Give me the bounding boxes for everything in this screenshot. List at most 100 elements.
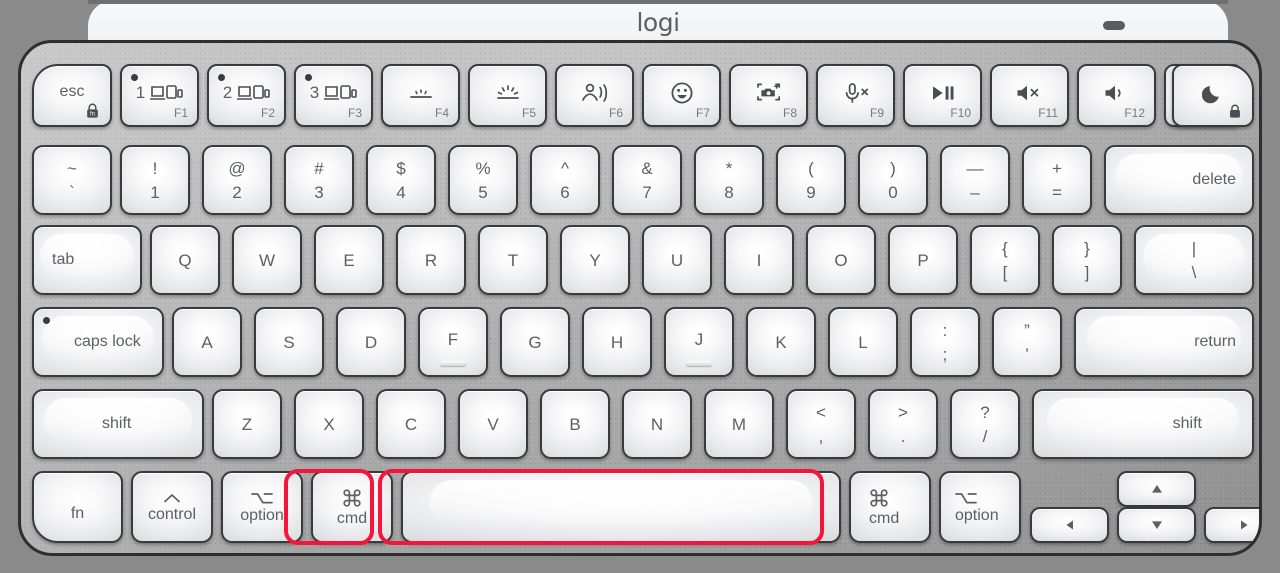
key-caps-lock[interactable]: caps lock [32,307,164,377]
y-legend: Y [589,250,601,270]
key-delete[interactable]: delete [1104,145,1254,215]
key-f7[interactable]: F7 [642,64,721,127]
key-option-left[interactable]: option [221,471,303,543]
key-bracket-left[interactable]: { [ [970,225,1040,295]
key-f3[interactable]: 3 F3 [294,64,373,127]
arrow-down-icon [1150,519,1164,531]
b-legend: B [569,414,581,434]
key-8[interactable]: * 8 [694,145,764,215]
key-x[interactable]: X [294,389,364,459]
o-legend: O [834,250,848,270]
key-1[interactable]: ! 1 [120,145,190,215]
key-u[interactable]: U [642,225,712,295]
key-j[interactable]: J [664,307,734,377]
d-legend: D [364,332,378,352]
e-legend: E [343,250,355,270]
key-h[interactable]: H [582,307,652,377]
key-r[interactable]: R [396,225,466,295]
key-minus[interactable]: — – [940,145,1010,215]
key-esc[interactable]: esc fn [32,64,112,127]
key-2[interactable]: @ 2 [202,145,272,215]
f3-tag: F3 [347,106,362,120]
key-3[interactable]: # 3 [284,145,354,215]
key-cmd-right[interactable]: cmd [849,471,931,543]
u-legend: U [670,250,684,270]
key-cmd-left[interactable]: cmd [311,471,393,543]
key-period[interactable]: > . [868,389,938,459]
key-g[interactable]: G [500,307,570,377]
key-backslash[interactable]: | \ [1134,225,1254,295]
key-slash[interactable]: ? / [950,389,1020,459]
key-y[interactable]: Y [560,225,630,295]
key-s[interactable]: S [254,307,324,377]
key-t[interactable]: T [478,225,548,295]
i-legend: I [756,250,762,270]
key-f11[interactable]: F11 [990,64,1069,127]
f9-tag: F9 [869,106,884,120]
key-arrow-down[interactable] [1117,507,1196,543]
key-m[interactable]: M [704,389,774,459]
key-shift-right[interactable]: shift [1032,389,1254,459]
key-control[interactable]: control [131,471,213,543]
key-5[interactable]: % 5 [448,145,518,215]
fn-lock-icon-sleep [1228,104,1242,119]
key-o[interactable]: O [806,225,876,295]
key-bracket-right[interactable]: } ] [1052,225,1122,295]
key-f2[interactable]: 2 F2 [207,64,286,127]
key-f6[interactable]: F6 [555,64,634,127]
key-z[interactable]: Z [212,389,282,459]
key-fn[interactable]: fn [32,471,123,543]
key-4[interactable]: $ 4 [366,145,436,215]
key-f10[interactable]: F10 [903,64,982,127]
pipe-legend: | [1191,238,1197,258]
key-7[interactable]: & 7 [612,145,682,215]
plus-legend: + [1052,158,1062,178]
key-q[interactable]: Q [150,225,220,295]
key-v[interactable]: V [458,389,528,459]
key-semicolon[interactable]: : ; [910,307,980,377]
bracket-right-legend: ] [1084,262,1090,282]
key-f9[interactable]: F9 [816,64,895,127]
key-f12[interactable]: F12 [1077,64,1156,127]
key-b[interactable]: B [540,389,610,459]
key-space[interactable] [401,471,841,543]
key-c[interactable]: C [376,389,446,459]
key-tab[interactable]: tab [32,225,142,295]
key-equal[interactable]: + = [1022,145,1092,215]
key-f8[interactable]: F8 [729,64,808,127]
key-0[interactable]: ) 0 [858,145,928,215]
bluetooth-channel-dot-1 [131,74,138,81]
key-arrow-right[interactable] [1204,507,1259,543]
zero-legend: 0 [888,182,898,202]
key-9[interactable]: ( 9 [776,145,846,215]
key-a[interactable]: A [172,307,242,377]
key-f5[interactable]: F5 [468,64,547,127]
bluetooth-channel-dot-3 [305,74,312,81]
key-l[interactable]: L [828,307,898,377]
key-p[interactable]: P [888,225,958,295]
key-arrow-up[interactable] [1117,471,1196,507]
key-d[interactable]: D [336,307,406,377]
key-6[interactable]: ^ 6 [530,145,600,215]
cmd-left-label: cmd [336,509,368,527]
key-f[interactable]: F [418,307,488,377]
key-i[interactable]: I [724,225,794,295]
key-f4[interactable]: F4 [381,64,460,127]
key-k[interactable]: K [746,307,816,377]
key-quote[interactable]: ” ’ [992,307,1062,377]
key-shift-left[interactable]: shift [32,389,204,459]
key-e[interactable]: E [314,225,384,295]
key-n[interactable]: N [622,389,692,459]
key-option-right[interactable]: option [939,471,1021,543]
key-return[interactable]: return [1074,307,1254,377]
play-pause-icon [929,84,957,102]
key-moon-sleep[interactable] [1172,64,1254,127]
key-backtick[interactable]: ~ ` [32,145,112,215]
c-legend: C [404,414,418,434]
key-f1[interactable]: 1 F1 [120,64,199,127]
key-w[interactable]: W [232,225,302,295]
key-comma[interactable]: < , [786,389,856,459]
key-arrow-left[interactable] [1030,507,1109,543]
cmd-right-label: cmd [869,509,900,527]
status-led-indicator [1103,21,1125,30]
